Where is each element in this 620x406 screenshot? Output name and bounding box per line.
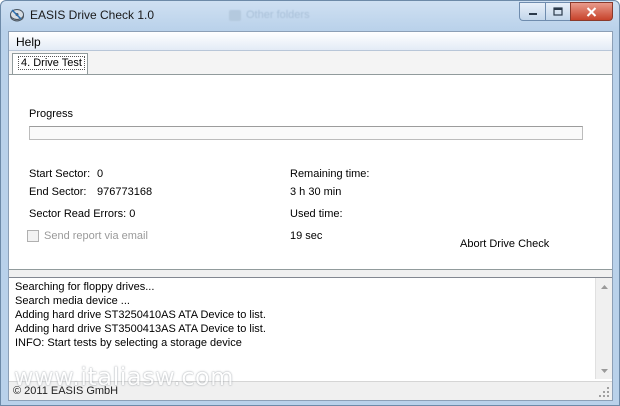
menu-help[interactable]: Help (16, 35, 41, 49)
tab-strip: 4. Drive Test (9, 51, 612, 74)
start-sector-value: 0 (97, 168, 104, 180)
close-button[interactable] (570, 2, 613, 21)
abort-drive-check-button[interactable]: Abort Drive Check (460, 238, 549, 250)
progress-bar (29, 126, 583, 140)
send-report-checkbox[interactable] (27, 230, 39, 242)
send-report-label: Send report via email (44, 230, 148, 242)
background-window-icon (229, 10, 241, 21)
log-line: Adding hard drive ST3250410AS ATA Device… (15, 309, 266, 321)
scroll-down-button[interactable] (596, 362, 613, 379)
used-time-label: Used time: (290, 208, 343, 220)
remaining-time-value: 3 h 30 min (290, 186, 342, 198)
end-sector-label: End Sector: (29, 186, 87, 198)
log-line: Adding hard drive ST3500413AS ATA Device… (15, 323, 266, 335)
scroll-down-icon (601, 368, 608, 373)
minimize-icon (528, 12, 537, 15)
log-line: Searching for floppy drives... (15, 281, 155, 293)
progress-label: Progress (29, 108, 74, 120)
tab-label: 4. Drive Test (18, 56, 85, 70)
start-sector-label: Start Sector: (29, 168, 91, 180)
drive-test-panel: Progress Start Sector: 0 End Sector: 976… (9, 74, 612, 270)
window-title: EASIS Drive Check 1.0 (30, 8, 155, 22)
scroll-up-button[interactable] (596, 278, 613, 295)
remaining-time-label: Remaining time: (290, 168, 370, 180)
close-icon (586, 6, 597, 17)
splitter[interactable] (9, 270, 612, 277)
watermark: www.italiasw.com (14, 363, 234, 391)
menu-bar: Help (9, 32, 612, 51)
tab-drive-test[interactable]: 4. Drive Test (12, 53, 88, 74)
maximize-icon (553, 7, 563, 16)
maximize-button[interactable] (545, 2, 570, 21)
title-bar[interactable]: EASIS Drive Check 1.0 Other folders (1, 1, 619, 29)
app-icon (10, 9, 24, 22)
sector-read-errors: Sector Read Errors: 0 (29, 208, 136, 220)
scroll-up-icon (601, 284, 608, 289)
log-line: Search media device ... (15, 295, 130, 307)
used-time-value: 19 sec (290, 230, 323, 242)
app-window: EASIS Drive Check 1.0 Other folders Help… (0, 0, 620, 406)
end-sector-value: 976773168 (97, 186, 153, 198)
background-window-title: Other folders (246, 9, 310, 21)
log-lines: Searching for floppy drives... Search me… (15, 280, 266, 350)
minimize-button[interactable] (519, 2, 545, 21)
window-controls (519, 2, 613, 21)
resize-grip-icon[interactable] (599, 387, 610, 398)
log-scrollbar[interactable] (595, 278, 612, 379)
client-area: Help 4. Drive Test Progress Start Sector… (8, 31, 613, 401)
log-line: INFO: Start tests by selecting a storage… (15, 337, 242, 349)
